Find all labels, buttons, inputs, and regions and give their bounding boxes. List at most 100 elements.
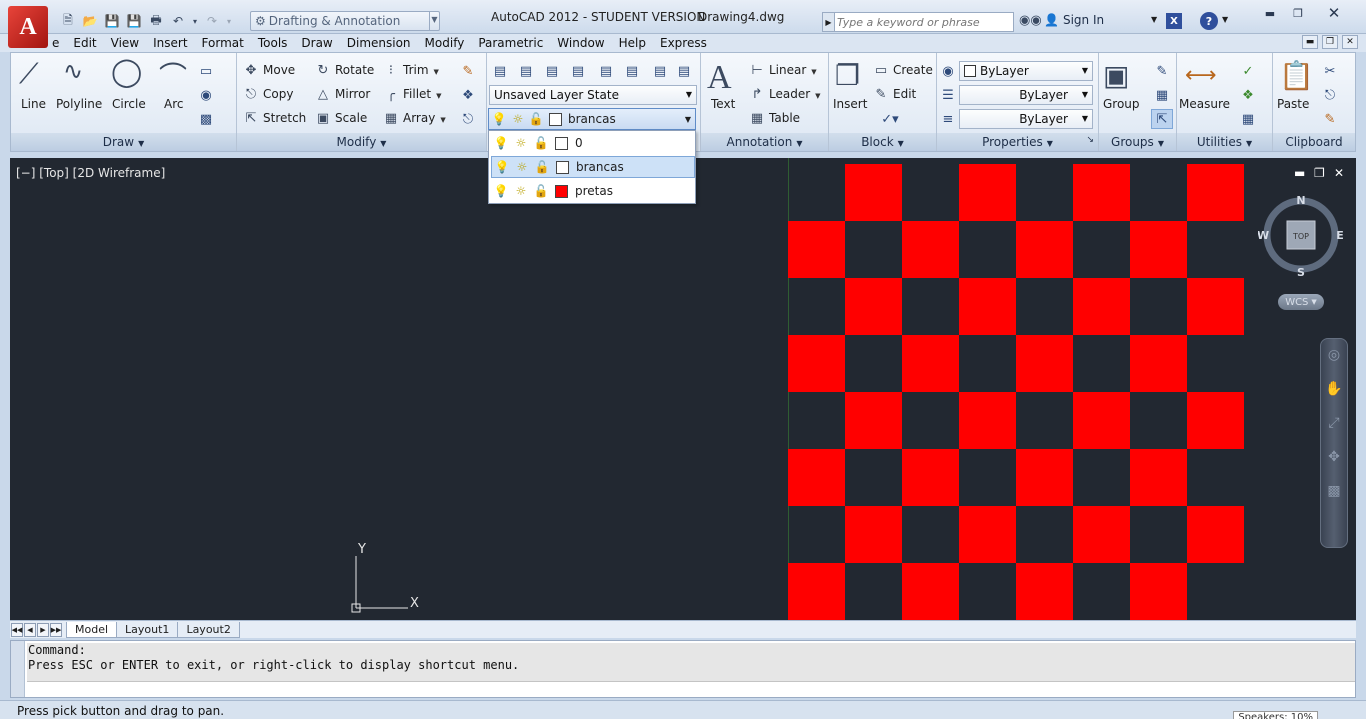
- workspace-dropdown-icon[interactable]: ▼: [429, 12, 439, 30]
- paste-icon[interactable]: 📋: [1279, 59, 1314, 92]
- groups-panel-title[interactable]: Groups ▼: [1099, 133, 1176, 151]
- viewcube[interactable]: TOP N S E W: [1258, 192, 1344, 278]
- exchange-icon[interactable]: X: [1166, 13, 1182, 29]
- sun-icon[interactable]: ☼: [511, 136, 531, 150]
- fillet-button[interactable]: ╭ Fillet ▼: [383, 87, 441, 102]
- linetype-icon[interactable]: ≡: [937, 109, 959, 129]
- prev-tab-icon[interactable]: ◀: [24, 622, 36, 637]
- erase-icon[interactable]: ✎: [457, 61, 479, 81]
- menu-insert[interactable]: Insert: [146, 36, 194, 50]
- search-box[interactable]: ▶: [822, 12, 1014, 32]
- chevron-down-icon[interactable]: ▼: [1151, 15, 1157, 24]
- tab-layout2[interactable]: Layout2: [177, 621, 240, 638]
- lineweight-icon[interactable]: ☰: [937, 85, 959, 105]
- red-square[interactable]: [845, 392, 902, 449]
- polyline-icon[interactable]: ∿: [63, 57, 83, 85]
- zoom-icon[interactable]: ⤢: [1321, 407, 1347, 441]
- red-square[interactable]: [1187, 278, 1244, 335]
- layer-state-dropdown[interactable]: Unsaved Layer State ▼: [489, 85, 697, 105]
- lightbulb-icon[interactable]: 💡: [491, 184, 511, 198]
- close-button[interactable]: ✕: [1320, 4, 1348, 22]
- text-button[interactable]: Text: [711, 97, 735, 111]
- copy-button[interactable]: ⎋ Copy: [243, 87, 294, 102]
- menu-edit[interactable]: Edit: [66, 36, 103, 50]
- red-square[interactable]: [788, 563, 845, 620]
- print-icon[interactable]: 🖶: [146, 12, 166, 30]
- open-file-icon[interactable]: 📂: [80, 12, 100, 30]
- calculator-icon[interactable]: ▦: [1237, 109, 1259, 129]
- layer-color-swatch[interactable]: [555, 136, 568, 150]
- color-dropdown[interactable]: ByLayer ▼: [959, 61, 1093, 81]
- layer-color-swatch[interactable]: [556, 160, 569, 174]
- annotation-panel-title[interactable]: Annotation ▼: [701, 133, 828, 151]
- group-icon[interactable]: ▣: [1103, 59, 1129, 92]
- sun-icon[interactable]: ☼: [512, 160, 532, 174]
- linear-button[interactable]: ⊢ Linear ▼: [749, 63, 816, 78]
- red-square[interactable]: [902, 221, 959, 278]
- doc-restore-button[interactable]: ❐: [1322, 35, 1338, 49]
- menu-dimension[interactable]: Dimension: [340, 36, 418, 50]
- undo-dropdown-icon[interactable]: ▾: [190, 12, 200, 30]
- arc-button[interactable]: Arc: [164, 97, 183, 111]
- draw-panel-title[interactable]: Draw ▼: [11, 133, 236, 151]
- copy-clip-icon[interactable]: ⎋: [1319, 85, 1341, 105]
- first-tab-icon[interactable]: ◀◀: [11, 622, 23, 637]
- save-as-icon[interactable]: 💾: [124, 12, 144, 30]
- last-tab-icon[interactable]: ▶▶: [50, 622, 62, 637]
- group-edit-icon[interactable]: ▦: [1151, 85, 1173, 105]
- compass-south[interactable]: S: [1297, 266, 1305, 278]
- red-square[interactable]: [1016, 563, 1073, 620]
- red-square[interactable]: [959, 164, 1016, 221]
- layer-off-icon[interactable]: ▤: [541, 61, 563, 81]
- red-square[interactable]: [845, 278, 902, 335]
- orbit-icon[interactable]: ✥: [1321, 441, 1347, 475]
- menu-file[interactable]: e: [52, 36, 66, 50]
- viewport-close-icon[interactable]: ✕: [1334, 166, 1344, 180]
- help-icon[interactable]: ?: [1200, 12, 1218, 30]
- red-square[interactable]: [788, 449, 845, 506]
- steering-wheel-icon[interactable]: ◎: [1321, 339, 1347, 373]
- layer-item-0[interactable]: 💡 ☼ 🔓 0: [491, 132, 695, 154]
- compass-west[interactable]: W: [1258, 229, 1269, 242]
- red-square[interactable]: [1073, 506, 1130, 563]
- layer-color-swatch[interactable]: [549, 112, 562, 126]
- hatch-icon[interactable]: ◉: [195, 85, 217, 105]
- color-wheel-icon[interactable]: ◉: [937, 61, 959, 81]
- layer-freeze-icon[interactable]: ▤: [595, 61, 617, 81]
- rotate-button[interactable]: ↻ Rotate: [315, 63, 375, 78]
- select-all-icon[interactable]: ❖: [1237, 85, 1259, 105]
- workspace-selector[interactable]: ⚙ Drafting & Annotation ▼: [250, 11, 440, 31]
- red-square[interactable]: [1130, 221, 1187, 278]
- red-square[interactable]: [1130, 449, 1187, 506]
- command-window-grip[interactable]: [11, 641, 25, 697]
- explode-icon[interactable]: ❖: [457, 85, 479, 105]
- red-square[interactable]: [1130, 335, 1187, 392]
- unlock-icon[interactable]: 🔓: [532, 160, 552, 174]
- red-square[interactable]: [1016, 335, 1073, 392]
- new-file-icon[interactable]: 🗎: [58, 12, 78, 30]
- menu-express[interactable]: Express: [653, 36, 714, 50]
- minimize-button[interactable]: ▬: [1256, 4, 1284, 22]
- red-square[interactable]: [959, 278, 1016, 335]
- red-square[interactable]: [1130, 563, 1187, 620]
- menu-modify[interactable]: Modify: [418, 36, 472, 50]
- layer-walk-icon[interactable]: ▤: [649, 61, 671, 81]
- compass-east[interactable]: E: [1336, 229, 1344, 242]
- chevron-down-icon[interactable]: ▼: [685, 115, 691, 124]
- red-square[interactable]: [788, 335, 845, 392]
- red-square[interactable]: [1016, 449, 1073, 506]
- mirror-button[interactable]: △ Mirror: [315, 87, 370, 102]
- menu-window[interactable]: Window: [550, 36, 611, 50]
- create-block-button[interactable]: ▭ Create: [873, 63, 933, 78]
- modify-panel-title[interactable]: Modify ▼: [237, 133, 486, 151]
- red-square[interactable]: [1073, 278, 1130, 335]
- measure-icon[interactable]: ⟷: [1185, 63, 1217, 88]
- chevron-right-icon[interactable]: ▶: [822, 12, 835, 32]
- next-tab-icon[interactable]: ▶: [37, 622, 49, 637]
- block-attributes-icon[interactable]: ✓▾: [873, 109, 907, 129]
- red-square[interactable]: [1187, 164, 1244, 221]
- redo-dropdown-icon[interactable]: ▾: [224, 12, 234, 30]
- help-dropdown-icon[interactable]: ▼: [1222, 15, 1228, 24]
- red-square[interactable]: [1187, 392, 1244, 449]
- command-input[interactable]: [27, 681, 1355, 697]
